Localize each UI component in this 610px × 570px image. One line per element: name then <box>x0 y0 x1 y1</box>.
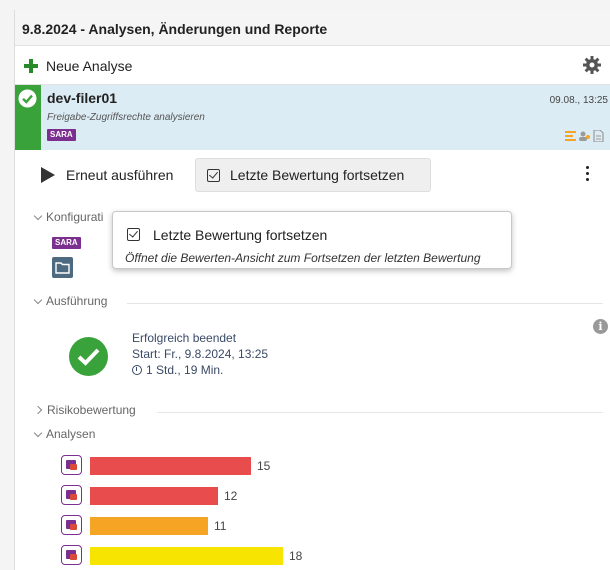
tooltip-title: Letzte Bewertung fortsetzen <box>153 227 328 243</box>
section-execution-header[interactable]: Ausführung <box>33 294 107 310</box>
analysis-bar-value: 15 <box>257 459 271 473</box>
more-vertical-icon[interactable] <box>586 166 590 182</box>
section-divider <box>157 412 603 413</box>
folder-tile[interactable] <box>52 257 73 278</box>
section-risk-label[interactable]: Risikobewertung <box>47 403 136 417</box>
status-duration: 1 Std., 19 Min. <box>132 363 223 377</box>
analysis-panel: 9.8.2024 - Analysen, Änderungen und Repo… <box>14 10 610 570</box>
config-sara-badge: SARA <box>52 237 81 249</box>
analysis-type-icon[interactable] <box>61 485 82 505</box>
section-divider <box>127 303 603 304</box>
report-list-icon <box>565 131 576 141</box>
analysis-bar-value: 18 <box>289 549 303 563</box>
info-icon[interactable]: i <box>593 319 608 334</box>
chevron-down-icon[interactable] <box>33 211 43 221</box>
analysis-bar[interactable] <box>90 547 283 565</box>
checkbox-icon[interactable] <box>207 169 220 182</box>
rerun-label[interactable]: Erneut ausführen <box>66 167 173 183</box>
analysis-entry[interactable]: dev-filer01 Freigabe-Zugriffsrechte anal… <box>15 85 610 150</box>
analysis-type-icon[interactable] <box>61 545 82 565</box>
gear-icon[interactable] <box>582 55 602 75</box>
folder-icon <box>55 262 70 274</box>
play-icon[interactable] <box>41 167 55 183</box>
new-analysis-label[interactable]: Neue Analyse <box>46 58 132 74</box>
new-analysis-row[interactable]: Neue Analyse <box>15 46 610 85</box>
tooltip-description: Öffnet die Bewerten-Ansicht zum Fortsetz… <box>125 251 481 265</box>
rerun-button[interactable]: Erneut ausführen <box>37 158 187 192</box>
entry-status-icons <box>565 130 604 142</box>
plus-icon[interactable] <box>24 59 38 73</box>
analysis-type-icon[interactable] <box>61 455 82 475</box>
action-toolbar: Erneut ausführen Letzte Bewertung fortse… <box>15 150 610 200</box>
status-title: Erfolgreich beendet <box>132 331 237 345</box>
section-analyses-header[interactable]: Analysen <box>33 427 95 443</box>
section-execution-label[interactable]: Ausführung <box>46 294 107 308</box>
document-icon <box>593 130 604 142</box>
analysis-bar-value: 12 <box>224 489 238 503</box>
continue-assessment-button[interactable]: Letzte Bewertung fortsetzen <box>195 158 431 192</box>
panel-title: 9.8.2024 - Analysen, Änderungen und Repo… <box>15 10 610 46</box>
section-risk-header[interactable]: Risikobewertung <box>33 403 136 419</box>
analysis-type-icon[interactable] <box>61 515 82 535</box>
status-start: Start: Fr., 9.8.2024, 13:25 <box>132 347 269 361</box>
success-icon <box>69 337 108 376</box>
checkbox-icon <box>127 228 140 241</box>
section-config-label[interactable]: Konfigurati <box>46 210 103 224</box>
users-gear-icon <box>579 131 590 141</box>
analysis-bar[interactable] <box>90 457 251 475</box>
timer-icon <box>132 365 142 375</box>
entry-name[interactable]: dev-filer01 <box>47 90 117 106</box>
chevron-down-icon[interactable] <box>33 428 43 438</box>
chevron-right-icon[interactable] <box>33 405 43 415</box>
continue-assessment-label[interactable]: Letzte Bewertung fortsetzen <box>230 167 404 183</box>
chevron-down-icon[interactable] <box>33 295 43 305</box>
analysis-bar[interactable] <box>90 517 208 535</box>
entry-description: Freigabe-Zugriffsrechte analysieren <box>47 112 205 123</box>
analysis-bar-value: 11 <box>214 519 227 533</box>
tooltip: Letzte Bewertung fortsetzen Öffnet die B… <box>112 211 512 269</box>
check-circle-icon <box>18 89 37 108</box>
checkmark-icon <box>77 348 100 366</box>
section-analyses-label[interactable]: Analysen <box>46 427 95 441</box>
sara-badge: SARA <box>47 129 76 141</box>
section-config-header[interactable]: Konfigurati <box>33 210 103 226</box>
entry-date: 09.08., 13:25 <box>549 95 608 106</box>
status-strip <box>15 85 41 150</box>
duration-value: 1 Std., 19 Min. <box>146 363 224 377</box>
analysis-bar[interactable] <box>90 487 218 505</box>
